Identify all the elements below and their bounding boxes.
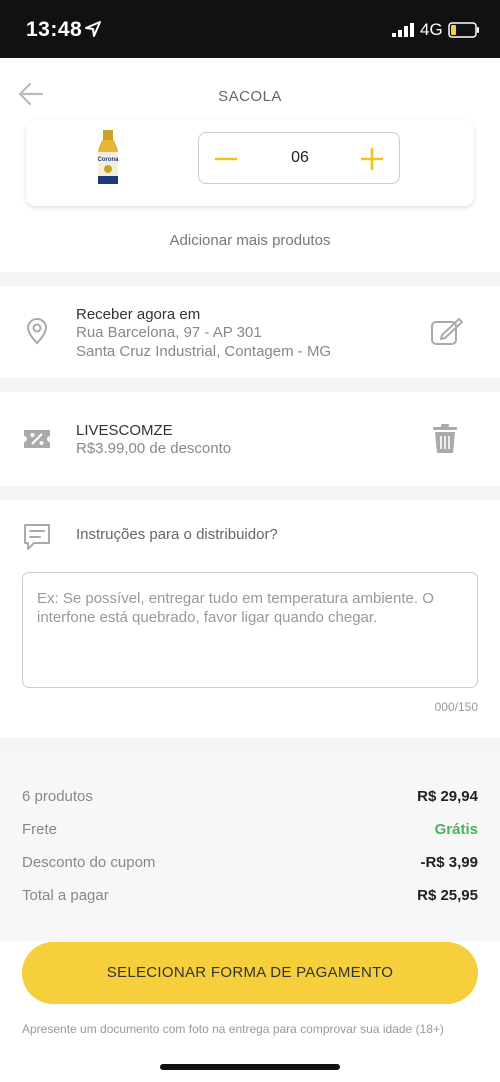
location-arrow-icon <box>85 21 101 37</box>
address-title: Receber agora em <box>76 306 201 323</box>
summary-value: Grátis <box>434 821 478 838</box>
order-summary: 6 produtos R$ 29,94 Frete Grátis Descont… <box>0 752 500 942</box>
summary-row-total: Total a pagar R$ 25,95 <box>22 887 478 909</box>
summary-value: -R$ 3,99 <box>420 854 478 871</box>
summary-value: R$ 25,95 <box>417 887 478 904</box>
beer-bottle-image: Corona <box>98 130 120 184</box>
minus-icon[interactable] <box>213 146 239 172</box>
summary-label: Desconto do cupom <box>22 854 156 871</box>
chat-icon <box>24 524 50 550</box>
location-pin-icon <box>26 317 48 345</box>
instructions-label: Instruções para o distribuidor? <box>76 526 278 543</box>
address-street: Rua Barcelona, 97 - AP 301 <box>76 324 262 341</box>
coupon-description: R$3.99,00 de desconto <box>76 440 232 457</box>
network-type: 4G <box>420 20 443 39</box>
plus-icon[interactable] <box>359 146 385 172</box>
quantity-stepper: 06 <box>198 132 400 184</box>
summary-row-products: 6 produtos R$ 29,94 <box>22 788 478 810</box>
battery-icon <box>448 22 479 38</box>
edit-icon[interactable] <box>430 316 464 346</box>
status-bar: 13:48 4G <box>0 0 500 58</box>
quantity-value: 06 <box>291 149 309 166</box>
page-title: SACOLA <box>218 88 282 105</box>
signal-icon <box>392 23 414 37</box>
coupon-icon <box>24 430 50 448</box>
add-more-products-link[interactable]: Adicionar mais produtos <box>0 232 500 249</box>
summary-label: Frete <box>22 821 58 838</box>
trash-icon[interactable] <box>432 424 458 454</box>
bottom-bar: SELECIONAR FORMA DE PAGAMENTO Apresente … <box>0 942 500 1082</box>
summary-value: R$ 29,94 <box>417 788 478 805</box>
summary-row-discount: Desconto do cupom -R$ 3,99 <box>22 854 478 876</box>
coupon-code: LIVESCOMZE <box>76 422 173 439</box>
product-label: Corona <box>98 157 120 163</box>
age-disclaimer: Apresente um documento com foto na entre… <box>22 1022 444 1036</box>
status-time: 13:48 <box>26 18 83 41</box>
delivery-address-section[interactable]: Receber agora em Rua Barcelona, 97 - AP … <box>0 286 500 378</box>
instructions-textarea[interactable]: Ex: Se possível, entregar tudo em temper… <box>22 572 478 688</box>
summary-label: 6 produtos <box>22 788 93 805</box>
coupon-section: LIVESCOMZE R$3.99,00 de desconto <box>0 392 500 486</box>
char-counter: 000/150 <box>434 700 478 714</box>
home-indicator <box>160 1064 340 1070</box>
address-city: Santa Cruz Industrial, Contagem - MG <box>76 343 332 360</box>
instructions-placeholder: Ex: Se possível, entregar tudo em temper… <box>37 590 434 626</box>
product-area: Corona 06 Adicionar mais produtos <box>0 120 500 272</box>
select-payment-button[interactable]: SELECIONAR FORMA DE PAGAMENTO <box>22 942 478 1004</box>
summary-row-shipping: Frete Grátis <box>22 821 478 843</box>
product-card: Corona 06 <box>26 120 474 206</box>
summary-label: Total a pagar <box>22 887 109 904</box>
instructions-section: Instruções para o distribuidor? Ex: Se p… <box>0 500 500 738</box>
